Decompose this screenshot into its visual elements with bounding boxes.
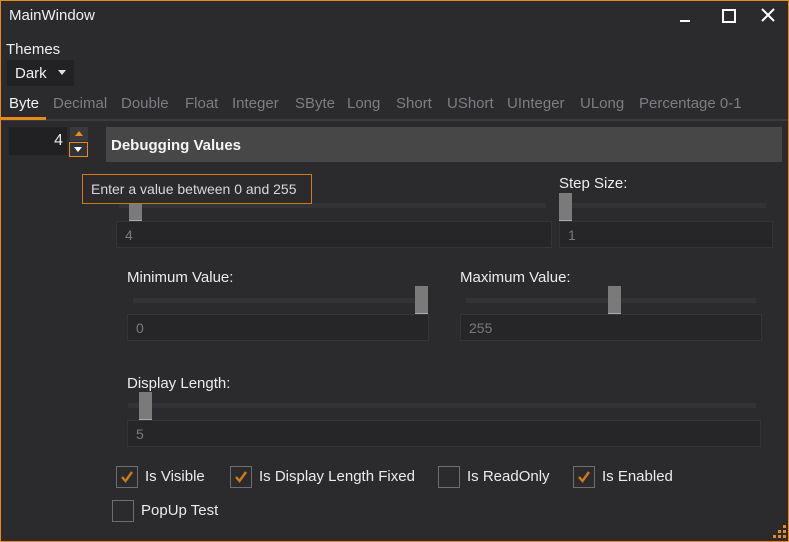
themes-selected-value: Dark xyxy=(15,65,47,82)
display-length-label: Display Length: xyxy=(127,375,231,392)
checkbox-label: PopUp Test xyxy=(141,502,219,519)
display-length-slider-thumb[interactable] xyxy=(139,392,152,420)
section-title: Debugging Values xyxy=(111,137,242,154)
tab-short[interactable]: Short xyxy=(396,95,432,112)
checkmark-icon xyxy=(121,471,133,483)
numeric-value: 4 xyxy=(54,132,63,149)
tooltip-text: Enter a value between 0 and 255 xyxy=(91,181,297,197)
checkmark-icon xyxy=(578,471,590,483)
chevron-down-icon xyxy=(58,70,66,75)
themes-dropdown[interactable]: Dark xyxy=(7,60,74,86)
display-length-field-text: 5 xyxy=(136,426,144,442)
tab-float[interactable]: Float xyxy=(185,95,218,112)
spin-up-button[interactable] xyxy=(70,127,88,141)
maximum-value-field[interactable]: 255 xyxy=(460,314,762,341)
checkbox-box xyxy=(573,466,595,488)
maximize-button[interactable] xyxy=(708,4,748,28)
value-field-text: 4 xyxy=(125,227,133,243)
window-title: MainWindow xyxy=(9,7,95,24)
maximum-value-label: Maximum Value: xyxy=(460,269,571,286)
checkbox-box xyxy=(230,466,252,488)
step-size-field-text: 1 xyxy=(568,227,576,243)
step-size-slider-thumb[interactable] xyxy=(559,193,572,221)
range-tooltip: Enter a value between 0 and 255 xyxy=(82,174,312,204)
minimize-button[interactable] xyxy=(666,4,706,28)
active-tab-indicator xyxy=(1,117,46,120)
checkbox-label: Is ReadOnly xyxy=(467,468,550,485)
minimum-value-field[interactable]: 0 xyxy=(127,314,429,341)
tab-ushort[interactable]: UShort xyxy=(447,95,494,112)
numeric-up-down-input[interactable]: 4 xyxy=(9,127,67,155)
spin-down-button[interactable] xyxy=(69,142,88,157)
minimum-field-text: 0 xyxy=(136,320,144,336)
themes-label: Themes xyxy=(6,41,61,58)
checkbox-box xyxy=(116,466,138,488)
debugging-values-header: Debugging Values xyxy=(106,127,782,162)
checkbox-label: Is Enabled xyxy=(602,468,673,485)
step-size-field[interactable]: 1 xyxy=(559,221,773,248)
checkbox-label: Is Visible xyxy=(145,468,205,485)
checkbox-box xyxy=(112,500,134,522)
minimum-slider-track[interactable] xyxy=(133,298,423,303)
tab-decimal[interactable]: Decimal xyxy=(53,95,107,112)
title-bar[interactable]: MainWindow xyxy=(1,1,788,31)
resize-grip-icon[interactable] xyxy=(771,523,787,539)
tab-long[interactable]: Long xyxy=(347,95,380,112)
minimum-value-label: Minimum Value: xyxy=(127,269,234,286)
close-button[interactable] xyxy=(748,4,788,28)
tab-byte[interactable]: Byte xyxy=(9,95,39,112)
minimum-slider-thumb[interactable] xyxy=(415,286,428,314)
display-length-slider-track[interactable] xyxy=(128,403,756,408)
maximum-field-text: 255 xyxy=(469,320,493,336)
tab-ulong[interactable]: ULong xyxy=(580,95,624,112)
maximum-slider-thumb[interactable] xyxy=(607,286,621,314)
tab-sbyte[interactable]: SByte xyxy=(295,95,335,112)
value-field[interactable]: 4 xyxy=(116,221,552,248)
step-size-label: Step Size: xyxy=(559,175,628,192)
checkbox-label: Is Display Length Fixed xyxy=(259,468,415,485)
main-window: MainWindow Themes Dark Byte Decimal Doub… xyxy=(0,0,789,542)
checkmark-icon xyxy=(235,471,247,483)
tab-integer[interactable]: Integer xyxy=(232,95,279,112)
tab-uinteger[interactable]: UInteger xyxy=(507,95,565,112)
tab-double[interactable]: Double xyxy=(121,95,169,112)
tab-percentage[interactable]: Percentage 0-1 xyxy=(639,95,742,112)
display-length-field[interactable]: 5 xyxy=(127,420,761,447)
close-icon xyxy=(761,8,775,22)
checkbox-box xyxy=(438,466,460,488)
step-size-slider-track[interactable] xyxy=(561,203,766,208)
type-tabs: Byte Decimal Double Float Integer SByte … xyxy=(1,91,788,121)
